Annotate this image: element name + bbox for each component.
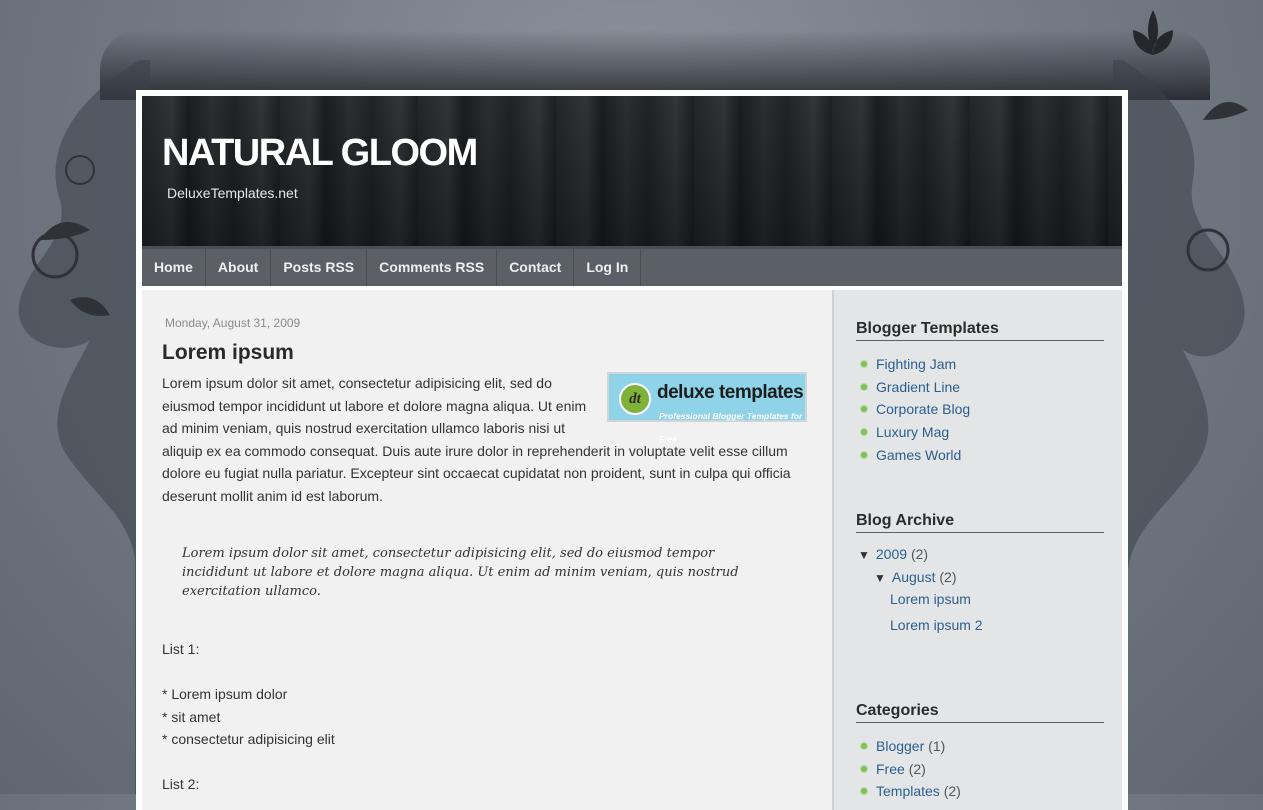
post-title[interactable]: Lorem ipsum (162, 341, 294, 365)
bullet-icon (861, 383, 867, 390)
archive-month-count: (2) (939, 569, 957, 585)
post-blockquote: Lorem ipsum dolor sit amet, consectetur … (182, 546, 739, 599)
category-link[interactable]: Blogger (876, 738, 924, 754)
bullet-icon (861, 361, 867, 367)
list-item: * Lorem ipsum dolor (162, 686, 288, 702)
template-link[interactable]: Gradient Line (876, 379, 960, 395)
nav-comments-rss[interactable]: Comments RSS (367, 249, 498, 286)
collapse-toggle-icon[interactable]: ▼ (874, 571, 886, 585)
image-brand-text: deluxe templates (657, 382, 804, 403)
post-date: Monday, August 31, 2009 (165, 316, 301, 330)
archive-post-link[interactable]: Lorem ipsum (890, 591, 971, 607)
list-item: * sit amet (162, 708, 221, 725)
main-navigation: Home About Posts RSS Comments RSS Contac… (142, 246, 1122, 286)
site-title[interactable]: NATURAL GLOOM (162, 132, 478, 175)
category-count: (2) (943, 783, 961, 800)
bullet-icon (861, 765, 867, 772)
widget-title: Blog Archive (856, 512, 1104, 533)
archive-year-count: (2) (910, 546, 929, 562)
sidebar: Blogger Templates Fighting Jam Gradient … (832, 290, 1122, 810)
list-item: Blogger (1) (856, 735, 1104, 758)
list-item: Templates (2) (856, 780, 1104, 803)
post-body: dt deluxe templates Professional Blogger… (162, 372, 807, 507)
widget-blog-archive: Blog Archive ▼ 2009 (2) ▼ August (2) Lorem… (856, 512, 1104, 642)
category-link[interactable]: Templates (876, 783, 940, 799)
widget-blogger-templates: Blogger Templates Fighting Jam Gradient … (856, 320, 1104, 467)
site-header: NATURAL GLOOM DeluxeTemplates.net (142, 96, 1122, 246)
archive-post-link[interactable]: Lorem ipsum 2 (890, 617, 983, 633)
site-description: DeluxeTemplates.net (167, 185, 298, 201)
template-link[interactable]: Fighting Jam (876, 356, 956, 372)
nav-home[interactable]: Home (142, 249, 206, 286)
list2-label: List 2: (162, 776, 200, 792)
image-tagline: Professional Blogger Templates for Free (659, 411, 803, 444)
archive-year-link[interactable]: 2009 (876, 546, 907, 562)
deluxe-templates-logo-icon: dt (619, 383, 651, 415)
category-count: (2) (908, 760, 926, 777)
nav-log-in[interactable]: Log In (574, 249, 642, 286)
widget-categories: Categories Blogger (1) Free (2) Template… (856, 702, 1104, 803)
floral-ornament-right (1113, 10, 1248, 794)
list1-label: List 1: (162, 641, 200, 657)
template-link[interactable]: Luxury Mag (876, 424, 949, 440)
widget-title: Blogger Templates (856, 320, 1104, 341)
archive-year-row: ▼ 2009 (2) (858, 546, 928, 562)
list-item: Fighting Jam (856, 353, 1104, 376)
bullet-icon (861, 743, 867, 749)
collapse-toggle-icon[interactable]: ▼ (858, 548, 870, 562)
archive-month-row: ▼ August (2) (874, 569, 957, 585)
list-item: Corporate Blog (856, 398, 1104, 421)
template-link[interactable]: Games World (876, 447, 961, 463)
widget-title: Categories (856, 702, 1104, 723)
archive-month-link[interactable]: August (892, 569, 936, 585)
nav-about[interactable]: About (206, 249, 272, 286)
main-content: Monday, August 31, 2009 Lorem ipsum dt d… (142, 290, 832, 810)
category-count: (1) (928, 738, 946, 754)
floral-ornament-left (18, 60, 150, 794)
list-item: * consectetur adipisicing elit (162, 731, 335, 747)
post-image[interactable]: dt deluxe templates Professional Blogger… (607, 372, 807, 444)
bullet-icon (861, 451, 867, 458)
nav-contact[interactable]: Contact (497, 249, 575, 286)
post-lists: List 1: * Lorem ipsum dolor * sit amet *… (162, 638, 335, 796)
list-item: Gradient Line (856, 376, 1104, 399)
bullet-icon (861, 429, 867, 436)
category-link[interactable]: Free (876, 761, 905, 777)
list-item: Games World (856, 444, 1104, 467)
nav-posts-rss[interactable]: Posts RSS (271, 249, 368, 286)
list-item: Free (2) (856, 758, 1104, 781)
bullet-icon (861, 406, 867, 413)
list-item: Luxury Mag (856, 421, 1104, 444)
template-link[interactable]: Corporate Blog (876, 401, 970, 417)
